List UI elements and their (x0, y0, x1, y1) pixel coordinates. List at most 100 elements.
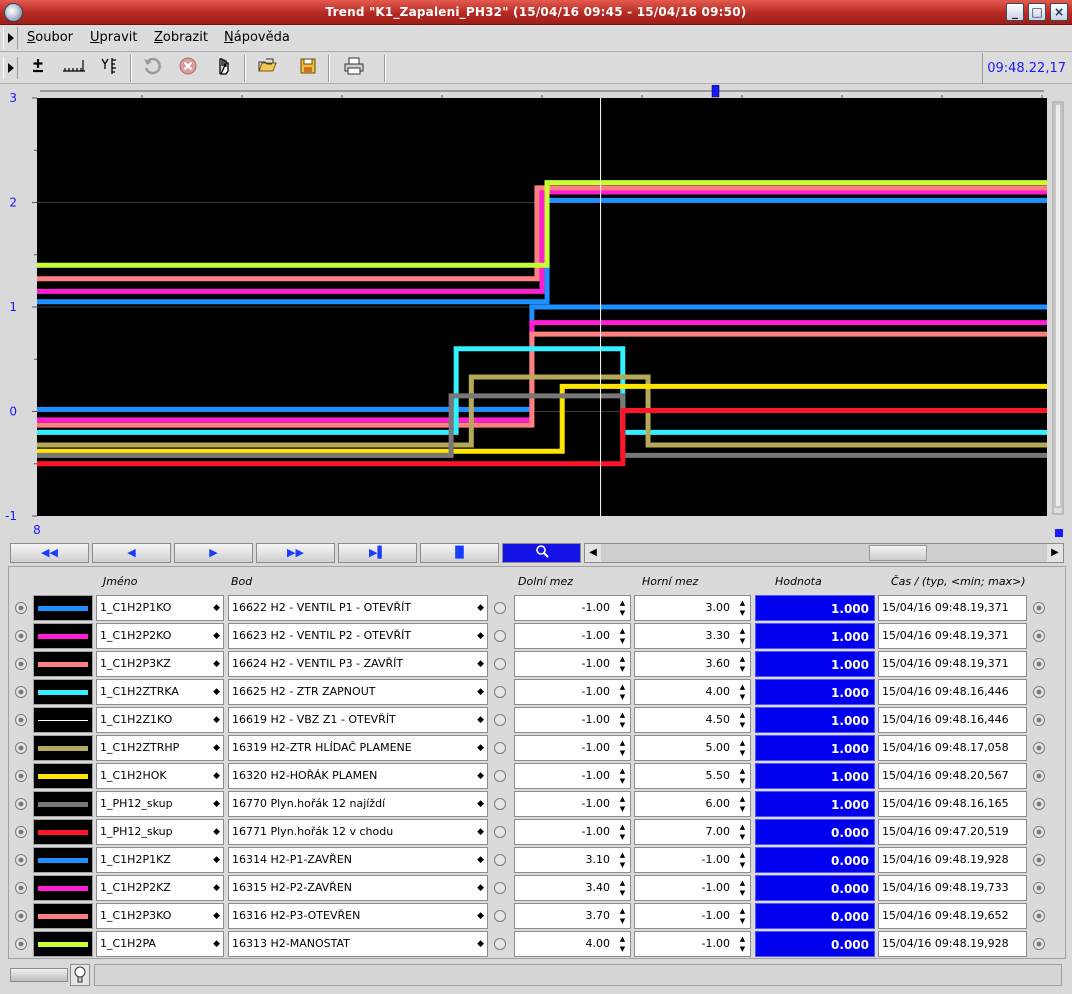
spinner-icon[interactable]: ▲ ▼ (737, 794, 748, 814)
high-limit-field[interactable]: 7.00 ▲ ▼ (634, 819, 751, 845)
table-row[interactable]: 1_C1H2PA ◆ 16313 H2-MANOSTAT ◆ 4.00 ▲ ▼ -1.00 ▲ ▼… (9, 930, 1067, 958)
row-select-radio[interactable] (15, 602, 27, 614)
table-row[interactable]: 1_C1H2Z1KO ◆ 16619 H2 - VBZ Z1 - OTEVŘÍT ◆ -… (9, 706, 1067, 734)
low-limit-field[interactable]: -1.00 ▲ ▼ (514, 707, 631, 733)
close-button[interactable]: × (1050, 3, 1068, 21)
dropdown-arrow-icon[interactable]: ◆ (477, 652, 484, 676)
rewind-button[interactable]: ◀ (92, 543, 171, 563)
spinner-icon[interactable]: ▲ ▼ (737, 626, 748, 646)
series-color-swatch[interactable] (33, 791, 93, 817)
point-field[interactable]: 16319 H2-ZTR HLÍDAČ PLAMENE ◆ (228, 735, 488, 761)
low-limit-field[interactable]: -1.00 ▲ ▼ (514, 595, 631, 621)
spinner-icon[interactable]: ▲ ▼ (617, 794, 628, 814)
zoom-button[interactable] (502, 543, 581, 563)
forward-fast-button[interactable]: ▶▶ (256, 543, 335, 563)
low-limit-field[interactable]: 3.40 ▲ ▼ (514, 875, 631, 901)
point-radio[interactable] (494, 630, 506, 642)
point-field[interactable]: 16316 H2-P3-OTEVŘEN ◆ (228, 903, 488, 929)
row-option-radio[interactable] (1033, 602, 1045, 614)
spinner-icon[interactable]: ▲ ▼ (617, 850, 628, 870)
menu-napoveda[interactable]: Nápověda (224, 30, 290, 45)
table-row[interactable]: 1_PH12_skup ◆ 16771 Plyn.hořák 12 v chodu ◆… (9, 818, 1067, 846)
dropdown-arrow-icon[interactable]: ◆ (477, 820, 484, 844)
series-name-field[interactable]: 1_C1H2ZTRKA ◆ (96, 679, 224, 705)
series-name-field[interactable]: 1_C1H2ZTRHP ◆ (96, 735, 224, 761)
series-name-field[interactable]: 1_C1H2P1KZ ◆ (96, 847, 224, 873)
low-limit-field[interactable]: -1.00 ▲ ▼ (514, 819, 631, 845)
spinner-icon[interactable]: ▲ ▼ (617, 934, 628, 954)
dropdown-arrow-icon[interactable]: ◆ (477, 708, 484, 732)
forward-button[interactable]: ▶ (174, 543, 253, 563)
trend-chart[interactable]: 3 2 1 0 -1 8 (0, 84, 1072, 541)
spinner-icon[interactable]: ▲ ▼ (737, 738, 748, 758)
series-name-field[interactable]: 1_C1H2PA ◆ (96, 931, 224, 957)
point-radio[interactable] (494, 826, 506, 838)
spinner-icon[interactable]: ▲ ▼ (617, 766, 628, 786)
row-select-radio[interactable] (15, 686, 27, 698)
high-limit-field[interactable]: -1.00 ▲ ▼ (634, 847, 751, 873)
row-option-radio[interactable] (1033, 686, 1045, 698)
low-limit-field[interactable]: -1.00 ▲ ▼ (514, 763, 631, 789)
dropdown-arrow-icon[interactable]: ◆ (213, 708, 220, 732)
series-name-field[interactable]: 1_C1H2P3KO ◆ (96, 903, 224, 929)
spinner-icon[interactable]: ▲ ▼ (737, 654, 748, 674)
scroll-thumb[interactable] (869, 545, 927, 561)
spinner-icon[interactable]: ▲ ▼ (617, 654, 628, 674)
minimize-button[interactable]: _ (1006, 3, 1024, 21)
plus-minus-icon[interactable] (24, 56, 52, 81)
series-color-swatch[interactable] (33, 651, 93, 677)
low-limit-field[interactable]: -1.00 ▲ ▼ (514, 791, 631, 817)
print-icon[interactable] (340, 56, 368, 81)
menu-zobrazit[interactable]: Zobrazit (154, 30, 208, 45)
spinner-icon[interactable]: ▲ ▼ (617, 738, 628, 758)
dropdown-arrow-icon[interactable]: ◆ (213, 624, 220, 648)
toolbar-grip-icon[interactable] (3, 57, 18, 79)
point-field[interactable]: 16625 H2 - ZTR ZAPNOUT ◆ (228, 679, 488, 705)
dropdown-arrow-icon[interactable]: ◆ (213, 904, 220, 928)
dropdown-arrow-icon[interactable]: ◆ (213, 736, 220, 760)
row-option-radio[interactable] (1033, 630, 1045, 642)
series-name-field[interactable]: 1_C1H2P2KO ◆ (96, 623, 224, 649)
point-field[interactable]: 16320 H2-HOŘÁK PLAMEN ◆ (228, 763, 488, 789)
series-color-swatch[interactable] (33, 903, 93, 929)
point-radio[interactable] (494, 910, 506, 922)
undo-icon[interactable] (138, 56, 166, 81)
high-limit-field[interactable]: 3.60 ▲ ▼ (634, 651, 751, 677)
dropdown-arrow-icon[interactable]: ◆ (477, 792, 484, 816)
point-field[interactable]: 16770 Plyn.hořák 12 najíždí ◆ (228, 791, 488, 817)
save-icon[interactable] (294, 56, 322, 81)
spinner-icon[interactable]: ▲ ▼ (737, 878, 748, 898)
dropdown-arrow-icon[interactable]: ◆ (477, 848, 484, 872)
point-radio[interactable] (494, 770, 506, 782)
series-name-field[interactable]: 1_PH12_skup ◆ (96, 791, 224, 817)
row-option-radio[interactable] (1033, 910, 1045, 922)
low-limit-field[interactable]: 3.70 ▲ ▼ (514, 903, 631, 929)
series-color-swatch[interactable] (33, 679, 93, 705)
table-row[interactable]: 1_C1H2ZTRHP ◆ 16319 H2-ZTR HLÍDAČ PLAMENE ◆… (9, 734, 1067, 762)
dropdown-arrow-icon[interactable]: ◆ (213, 932, 220, 956)
series-name-field[interactable]: 1_C1H2HOK ◆ (96, 763, 224, 789)
rewind-fast-button[interactable]: ◀◀ (10, 543, 89, 563)
row-option-radio[interactable] (1033, 742, 1045, 754)
menu-soubor[interactable]: Soubor (27, 30, 73, 45)
spinner-icon[interactable]: ▲ ▼ (737, 906, 748, 926)
row-option-radio[interactable] (1033, 882, 1045, 894)
point-radio[interactable] (494, 686, 506, 698)
spinner-icon[interactable]: ▲ ▼ (737, 598, 748, 618)
series-color-swatch[interactable] (33, 735, 93, 761)
scroll-right-icon[interactable]: ▶ (1047, 544, 1063, 562)
row-select-radio[interactable] (15, 826, 27, 838)
spinner-icon[interactable]: ▲ ▼ (737, 766, 748, 786)
menubar-grip-icon[interactable] (3, 27, 18, 49)
row-select-radio[interactable] (15, 938, 27, 950)
row-option-radio[interactable] (1033, 658, 1045, 670)
low-limit-field[interactable]: -1.00 ▲ ▼ (514, 735, 631, 761)
cancel-icon[interactable] (174, 56, 202, 81)
low-limit-field[interactable]: -1.00 ▲ ▼ (514, 679, 631, 705)
row-select-radio[interactable] (15, 770, 27, 782)
series-color-swatch[interactable] (33, 707, 93, 733)
low-limit-field[interactable]: -1.00 ▲ ▼ (514, 623, 631, 649)
y-axis-icon[interactable] (96, 56, 124, 81)
dropdown-arrow-icon[interactable]: ◆ (213, 764, 220, 788)
point-field[interactable]: 16315 H2-P2-ZAVŘEN ◆ (228, 875, 488, 901)
